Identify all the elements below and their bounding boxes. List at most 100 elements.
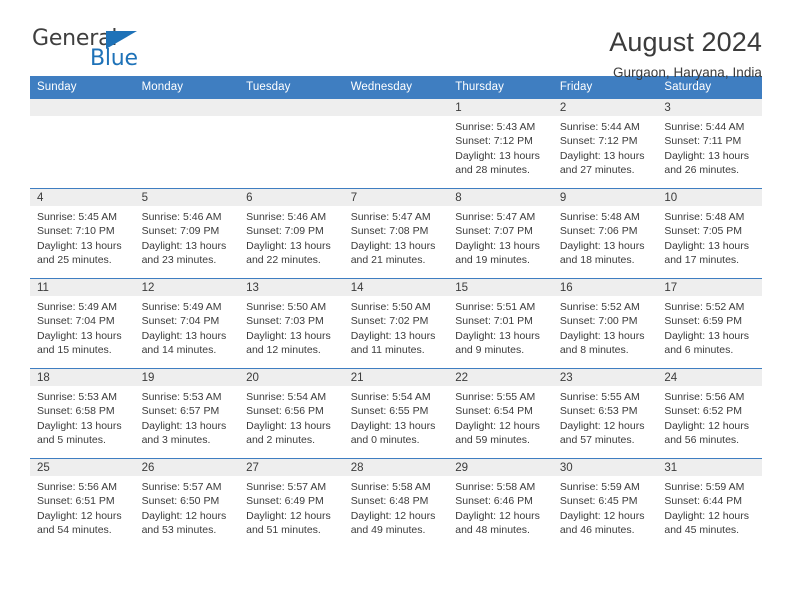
calendar-day-cell[interactable]: 1 Sunrise: 5:43 AM Sunset: 7:12 PM Daylight… xyxy=(448,99,553,188)
calendar-day-cell[interactable]: 3 Sunrise: 5:44 AM Sunset: 7:11 PM Daylight… xyxy=(657,99,762,188)
day-number: 5 xyxy=(134,189,240,206)
daylight-text-line2: and 6 minutes. xyxy=(664,343,734,356)
daylight-text-line1: Daylight: 13 hours xyxy=(455,329,540,342)
sunset-text: Sunset: 7:03 PM xyxy=(246,315,324,328)
calendar-day-cell[interactable]: 16 Sunrise: 5:52 AM Sunset: 7:00 PM Dayligh… xyxy=(552,279,658,368)
day-number: 12 xyxy=(134,279,240,296)
sunset-text: Sunset: 6:46 PM xyxy=(455,495,533,508)
calendar-day-cell[interactable]: 25 Sunrise: 5:56 AM Sunset: 6:51 PM Dayligh… xyxy=(30,459,135,548)
calendar-day-cell[interactable]: 6 Sunrise: 5:46 AM Sunset: 7:09 PM Daylight… xyxy=(239,189,344,278)
calendar-day-cell[interactable]: 26 Sunrise: 5:57 AM Sunset: 6:50 PM Dayligh… xyxy=(134,459,240,548)
calendar-day-cell[interactable]: 5 Sunrise: 5:46 AM Sunset: 7:09 PM Daylight… xyxy=(134,189,240,278)
page-title: August 2024 xyxy=(609,27,762,57)
daylight-text-line2: and 5 minutes. xyxy=(37,433,106,446)
day-sun-info: Sunrise: 5:56 AM Sunset: 6:52 PM Daylight:… xyxy=(657,386,762,447)
daylight-text-line2: and 49 minutes. xyxy=(350,523,426,536)
daylight-text-line1: Daylight: 13 hours xyxy=(664,329,750,342)
sunset-text: Sunset: 6:52 PM xyxy=(664,405,743,418)
calendar-day-cell[interactable]: 2 Sunrise: 5:44 AM Sunset: 7:12 PM Daylight… xyxy=(552,99,658,188)
weekday-header-thursday: Thursday xyxy=(448,76,553,99)
day-sun-info: Sunrise: 5:44 AM Sunset: 7:11 PM Daylight:… xyxy=(657,116,762,177)
calendar-day-cell[interactable]: 23 Sunrise: 5:55 AM Sunset: 6:53 PM Dayligh… xyxy=(552,369,658,458)
calendar-day-cell[interactable]: 19 Sunrise: 5:53 AM Sunset: 6:57 PM Dayligh… xyxy=(134,369,240,458)
calendar-day-cell[interactable]: 17 Sunrise: 5:52 AM Sunset: 6:59 PM Dayligh… xyxy=(657,279,762,368)
day-number: 24 xyxy=(657,369,762,386)
daylight-text-line2: and 21 minutes. xyxy=(350,253,426,266)
calendar-week-row: 25 Sunrise: 5:56 AM Sunset: 6:51 PM Dayligh… xyxy=(30,458,762,548)
sunset-text: Sunset: 6:57 PM xyxy=(141,405,220,418)
sunrise-text: Sunrise: 5:53 AM xyxy=(37,391,117,403)
daylight-text-line1: Daylight: 13 hours xyxy=(559,329,645,342)
calendar-day-cell[interactable]: 13 Sunrise: 5:50 AM Sunset: 7:03 PM Dayligh… xyxy=(239,279,344,368)
calendar-day-cell[interactable]: 10 Sunrise: 5:48 AM Sunset: 7:05 PM Dayligh… xyxy=(657,189,762,278)
sunrise-text: Sunrise: 5:43 AM xyxy=(455,121,536,133)
calendar-day-cell[interactable]: 28 Sunrise: 5:58 AM Sunset: 6:48 PM Dayligh… xyxy=(343,459,449,548)
calendar-day-cell[interactable]: 7 Sunrise: 5:47 AM Sunset: 7:08 PM Daylight… xyxy=(343,189,449,278)
daylight-text-line1: Daylight: 13 hours xyxy=(350,239,436,252)
day-number: 18 xyxy=(30,369,135,386)
daylight-text-line1: Daylight: 13 hours xyxy=(37,239,122,252)
daylight-text-line2: and 14 minutes. xyxy=(141,343,217,356)
day-number: 13 xyxy=(239,279,344,296)
daylight-text-line1: Daylight: 13 hours xyxy=(246,239,331,252)
sunset-text: Sunset: 7:04 PM xyxy=(37,315,115,328)
page-subtitle: Gurgaon, Haryana, India xyxy=(613,65,762,81)
calendar-page: General Blue August 2024 Gurgaon, Haryan… xyxy=(0,0,792,612)
sunset-text: Sunset: 7:09 PM xyxy=(246,225,324,238)
day-number: 17 xyxy=(657,279,762,296)
calendar-day-cell[interactable]: 14 Sunrise: 5:50 AM Sunset: 7:02 PM Dayligh… xyxy=(343,279,449,368)
day-number: 8 xyxy=(448,189,553,206)
day-sun-info: Sunrise: 5:55 AM Sunset: 6:53 PM Daylight:… xyxy=(553,386,658,447)
day-sun-info: Sunrise: 5:46 AM Sunset: 7:09 PM Daylight:… xyxy=(239,206,344,267)
day-sun-info: Sunrise: 5:58 AM Sunset: 6:46 PM Daylight:… xyxy=(448,476,553,537)
daylight-text-line2: and 23 minutes. xyxy=(141,253,217,266)
calendar-table: Sunday Monday Tuesday Wednesday Thursday… xyxy=(30,76,762,548)
daylight-text-line1: Daylight: 13 hours xyxy=(141,419,227,432)
calendar-day-cell[interactable]: 21 Sunrise: 5:54 AM Sunset: 6:55 PM Dayligh… xyxy=(343,369,449,458)
daylight-text-line2: and 3 minutes. xyxy=(141,433,211,446)
calendar-day-cell[interactable]: 9 Sunrise: 5:48 AM Sunset: 7:06 PM Daylight… xyxy=(552,189,658,278)
calendar-day-cell[interactable]: 31 Sunrise: 5:59 AM Sunset: 6:44 PM Dayligh… xyxy=(657,459,762,548)
calendar-day-cell[interactable]: 12 Sunrise: 5:49 AM Sunset: 7:04 PM Dayligh… xyxy=(134,279,240,368)
daylight-text-line2: and 27 minutes. xyxy=(559,163,635,176)
daylight-text-line2: and 17 minutes. xyxy=(664,253,740,266)
sunset-text: Sunset: 7:02 PM xyxy=(350,315,429,328)
day-number: 3 xyxy=(657,99,762,116)
daylight-text-line2: and 59 minutes. xyxy=(455,433,530,446)
calendar-day-cell[interactable]: 4 Sunrise: 5:45 AM Sunset: 7:10 PM Daylight… xyxy=(30,189,135,278)
day-number: 31 xyxy=(657,459,762,476)
sunrise-text: Sunrise: 5:58 AM xyxy=(455,481,536,493)
calendar-day-cell[interactable]: 8 Sunrise: 5:47 AM Sunset: 7:07 PM Daylight… xyxy=(448,189,553,278)
calendar-day-cell[interactable]: 22 Sunrise: 5:55 AM Sunset: 6:54 PM Dayligh… xyxy=(448,369,553,458)
day-sun-info: Sunrise: 5:46 AM Sunset: 7:09 PM Daylight:… xyxy=(135,206,240,267)
daylight-text-line1: Daylight: 13 hours xyxy=(37,329,122,342)
sunset-text: Sunset: 7:08 PM xyxy=(350,225,429,238)
sunset-text: Sunset: 7:12 PM xyxy=(455,135,533,148)
general-blue-logo[interactable]: General Blue xyxy=(30,28,150,76)
calendar-day-cell[interactable]: 27 Sunrise: 5:57 AM Sunset: 6:49 PM Dayligh… xyxy=(239,459,344,548)
day-number: 29 xyxy=(448,459,553,476)
sunrise-text: Sunrise: 5:59 AM xyxy=(664,481,745,493)
day-sun-info: Sunrise: 5:52 AM Sunset: 7:00 PM Daylight:… xyxy=(553,296,658,357)
calendar-body: 1 Sunrise: 5:43 AM Sunset: 7:12 PM Daylight… xyxy=(30,98,762,548)
weekday-header-wednesday: Wednesday xyxy=(343,76,449,99)
sunset-text: Sunset: 6:54 PM xyxy=(455,405,533,418)
day-number: 6 xyxy=(239,189,344,206)
daylight-text-line2: and 22 minutes. xyxy=(246,253,321,266)
calendar-day-cell[interactable]: 15 Sunrise: 5:51 AM Sunset: 7:01 PM Dayligh… xyxy=(448,279,553,368)
calendar-day-cell[interactable]: 30 Sunrise: 5:59 AM Sunset: 6:45 PM Dayligh… xyxy=(552,459,658,548)
sunset-text: Sunset: 7:10 PM xyxy=(37,225,115,238)
calendar-day-cell[interactable]: 18 Sunrise: 5:53 AM Sunset: 6:58 PM Dayligh… xyxy=(30,369,135,458)
weekday-header-monday: Monday xyxy=(134,76,240,99)
calendar-day-cell[interactable]: 29 Sunrise: 5:58 AM Sunset: 6:46 PM Dayligh… xyxy=(448,459,553,548)
daylight-text-line1: Daylight: 13 hours xyxy=(455,149,540,162)
calendar-day-cell[interactable]: 11 Sunrise: 5:49 AM Sunset: 7:04 PM Dayligh… xyxy=(30,279,135,368)
day-number: 19 xyxy=(134,369,240,386)
calendar-week-row: 18 Sunrise: 5:53 AM Sunset: 6:58 PM Dayligh… xyxy=(30,368,762,459)
day-sun-info: Sunrise: 5:50 AM Sunset: 7:02 PM Daylight:… xyxy=(344,296,449,357)
calendar-day-cell[interactable]: 20 Sunrise: 5:54 AM Sunset: 6:56 PM Dayligh… xyxy=(239,369,344,458)
day-sun-info: Sunrise: 5:47 AM Sunset: 7:07 PM Daylight:… xyxy=(448,206,553,267)
sunrise-text: Sunrise: 5:47 AM xyxy=(455,211,536,223)
calendar-day-cell[interactable]: 24 Sunrise: 5:56 AM Sunset: 6:52 PM Dayligh… xyxy=(657,369,762,458)
day-number: 4 xyxy=(30,189,135,206)
